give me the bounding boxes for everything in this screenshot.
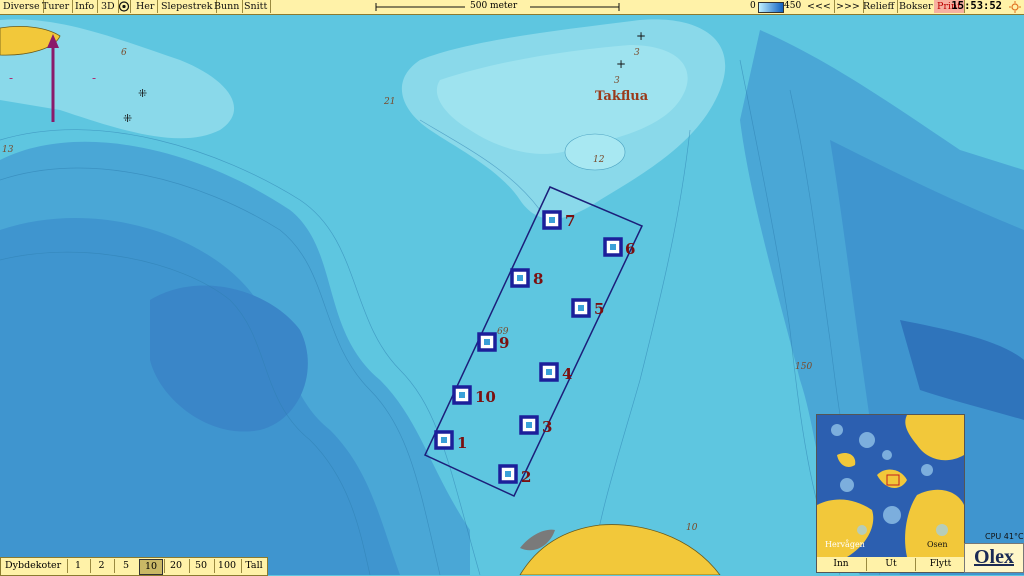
waypoint[interactable]: 2 <box>498 464 531 486</box>
waypoint-label: 8 <box>533 270 543 288</box>
waypoint[interactable]: 7 <box>542 210 575 230</box>
clock: 15:53:52 <box>951 0 1002 12</box>
waypoint[interactable]: 8 <box>510 268 543 288</box>
depth-label: 13 <box>2 145 14 155</box>
scale-bar: 500 meter <box>375 0 620 13</box>
contour-option-50[interactable]: 50 <box>189 559 212 573</box>
waypoint[interactable]: 6 <box>603 237 635 258</box>
target-icon[interactable] <box>118 0 131 13</box>
depth-contour-bar: Dybdekoter 1 2 5 10 20 50 100 Tall <box>0 557 268 576</box>
olex-logo: Olex <box>964 543 1024 573</box>
rock-symbol: ⁜ <box>123 112 132 125</box>
sun-icon[interactable] <box>1009 1 1021 13</box>
waypoint[interactable]: 1 <box>434 430 467 452</box>
depth-label: 21 <box>383 97 395 107</box>
waypoint[interactable]: 5 <box>571 298 604 318</box>
contour-option-100[interactable]: 100 <box>214 559 239 573</box>
minimap-place: Hervågen <box>825 540 865 549</box>
place-name: Takflua <box>595 89 649 104</box>
depth-scale-max: 450 <box>784 1 802 11</box>
menu-her[interactable]: Her <box>133 0 159 13</box>
move-button[interactable]: Flytt <box>915 558 965 571</box>
contour-option-tall[interactable]: Tall <box>241 559 266 573</box>
minimap-place: Osen <box>927 540 948 549</box>
waypoint-label: 6 <box>625 240 635 258</box>
contour-option-10[interactable]: 10 <box>139 559 163 575</box>
menu-slepestrek[interactable]: Slepestrek <box>158 0 217 13</box>
relief-button[interactable]: Relieff <box>860 0 899 13</box>
depth-contour-label: Dybdekoter <box>5 560 62 571</box>
zoom-out-button[interactable]: Ut <box>866 558 915 571</box>
contour-option-5[interactable]: 5 <box>114 559 137 573</box>
menu-turer[interactable]: Turer <box>39 0 74 13</box>
zoom-in-button[interactable]: Inn <box>817 558 865 571</box>
contour-option-1[interactable]: 1 <box>67 559 88 573</box>
waypoint-label: 9 <box>499 334 509 352</box>
waypoint[interactable]: 3 <box>519 415 552 436</box>
depth-label: 10 <box>686 523 698 533</box>
marker-minus-right: - <box>92 71 96 85</box>
cross-marker: + <box>616 57 626 71</box>
top-toolbar: Diverse Turer Info 3D Her Slepestrek Bun… <box>0 0 1024 15</box>
waypoint-label: 1 <box>457 434 467 452</box>
depth-label: 3 <box>614 76 620 86</box>
depth-color-scale[interactable] <box>758 2 784 13</box>
depth-scale-min: 0 <box>750 1 756 11</box>
logo-text: Olex <box>974 546 1014 568</box>
menu-3d[interactable]: 3D <box>98 0 119 13</box>
waypoint-label: 4 <box>562 365 572 383</box>
menu-bunn[interactable]: Bunn <box>211 0 244 13</box>
waypoint-label: 7 <box>565 212 575 230</box>
waypoint[interactable]: 4 <box>539 362 572 383</box>
menu-diverse[interactable]: Diverse <box>0 0 44 13</box>
contour-option-20[interactable]: 20 <box>164 559 187 573</box>
waypoint-label: 3 <box>542 418 552 436</box>
depth-label: 3 <box>634 48 640 58</box>
depth-label: 150 <box>795 362 812 372</box>
depth-label: 12 <box>593 155 605 165</box>
scale-label: 500 meter <box>470 1 518 11</box>
contour-option-2[interactable]: 2 <box>90 559 112 573</box>
marker-minus-left: - <box>9 71 13 85</box>
menu-info[interactable]: Info <box>72 0 99 13</box>
rock-symbol: ⁜ <box>138 87 147 100</box>
cross-marker: + <box>636 29 646 43</box>
waypoint[interactable]: 10 <box>452 385 496 406</box>
overview-minimap[interactable]: Hervågen Osen Inn Ut Flytt <box>816 414 965 573</box>
boxes-button[interactable]: Bokser <box>896 0 937 13</box>
waypoint-label: 10 <box>475 388 496 406</box>
back-button[interactable]: <<< <box>804 0 835 13</box>
cpu-temperature: CPU 41°C <box>985 532 1024 541</box>
waypoint-label: 5 <box>594 300 604 318</box>
menu-snitt[interactable]: Snitt <box>241 0 272 13</box>
depth-label: 6 <box>121 48 127 58</box>
waypoint[interactable]: 9 <box>477 332 509 352</box>
waypoint-label: 2 <box>521 468 531 486</box>
